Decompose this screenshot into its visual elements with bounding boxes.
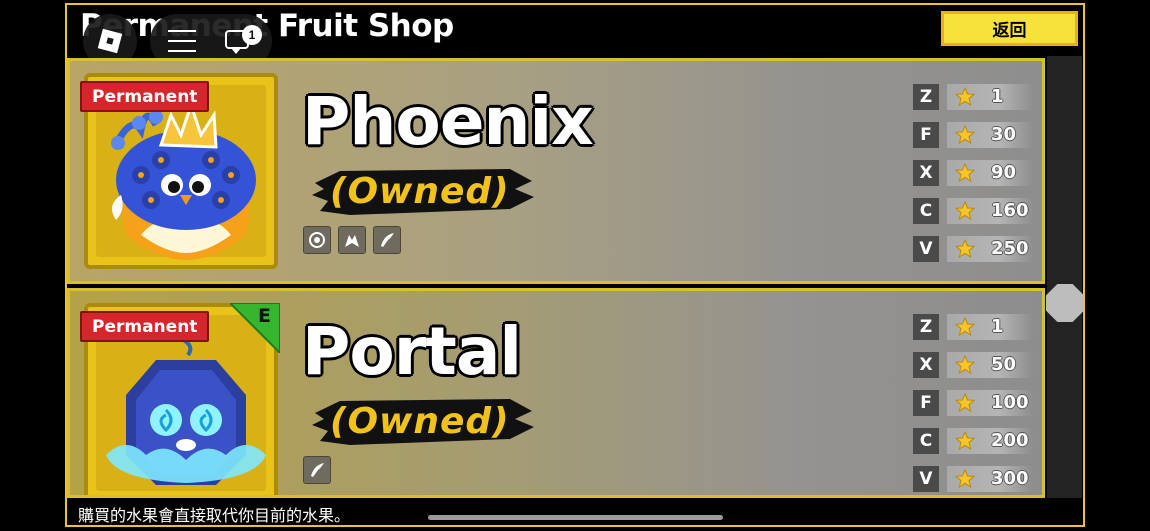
move-row: X 90 bbox=[913, 160, 1033, 188]
move-row: V 250 bbox=[913, 236, 1033, 264]
star-icon bbox=[955, 239, 975, 259]
cost-value: 100 bbox=[991, 392, 1029, 413]
back-button[interactable]: 返回 bbox=[941, 11, 1078, 46]
cost-value: 160 bbox=[991, 200, 1029, 221]
star-icon bbox=[955, 469, 975, 489]
footer-note: 購買的水果會直接取代你目前的水果。 bbox=[78, 506, 351, 525]
chat-notification-badge: 1 bbox=[242, 25, 262, 45]
cost-value: 300 bbox=[991, 468, 1029, 489]
move-cost: 1 bbox=[947, 314, 1033, 340]
cost-value: 50 bbox=[991, 354, 1017, 375]
fruit-card-portal[interactable]: Permanent E Portal (Owned) Z 1 X 50 F 10… bbox=[67, 288, 1045, 498]
tier-badge: E bbox=[227, 302, 281, 356]
move-cost: 90 bbox=[947, 160, 1033, 186]
star-icon bbox=[955, 431, 975, 451]
tier-label: E bbox=[258, 305, 271, 327]
home-indicator[interactable] bbox=[428, 515, 723, 520]
move-key: C bbox=[913, 428, 939, 454]
owned-status: (Owned) bbox=[310, 163, 535, 219]
move-key: Z bbox=[913, 84, 939, 110]
star-icon bbox=[955, 393, 975, 413]
permanent-badge: Permanent bbox=[80, 311, 210, 342]
move-row: V 300 bbox=[913, 466, 1033, 494]
star-icon bbox=[955, 317, 975, 337]
move-key: F bbox=[913, 122, 939, 148]
move-key: Z bbox=[913, 314, 939, 340]
hamburger-menu-icon[interactable] bbox=[168, 30, 196, 60]
move-row: F 30 bbox=[913, 122, 1033, 150]
star-icon bbox=[955, 125, 975, 145]
move-cost: 30 bbox=[947, 122, 1033, 148]
owned-status: (Owned) bbox=[310, 393, 535, 449]
cost-value: 1 bbox=[991, 316, 1004, 337]
move-row: F 100 bbox=[913, 390, 1033, 418]
star-icon bbox=[955, 201, 975, 221]
star-icon bbox=[955, 87, 975, 107]
move-row: X 50 bbox=[913, 352, 1033, 380]
permanent-badge: Permanent bbox=[80, 81, 210, 112]
roblox-logo-icon bbox=[97, 28, 123, 54]
fruit-card-phoenix[interactable]: Permanent Phoenix (Owned) Z 1 F 30 X 90 … bbox=[67, 58, 1045, 284]
cost-value: 90 bbox=[991, 162, 1017, 183]
move-cost: 100 bbox=[947, 390, 1033, 416]
move-key: C bbox=[913, 198, 939, 224]
move-row: C 200 bbox=[913, 428, 1033, 456]
move-row: C 160 bbox=[913, 198, 1033, 226]
owned-label: (Owned) bbox=[330, 401, 510, 442]
move-key: V bbox=[913, 236, 939, 262]
scrollbar-track[interactable] bbox=[1047, 56, 1082, 498]
cost-value: 30 bbox=[991, 124, 1017, 145]
move-cost: 1 bbox=[947, 84, 1033, 110]
move-key: F bbox=[913, 390, 939, 416]
aura-icon bbox=[303, 226, 331, 254]
move-key: V bbox=[913, 466, 939, 492]
dragon-icon bbox=[338, 226, 366, 254]
move-cost: 50 bbox=[947, 352, 1033, 378]
cost-value: 250 bbox=[991, 238, 1029, 259]
fruit-name: Portal bbox=[302, 313, 522, 390]
sword-icon bbox=[303, 456, 331, 484]
star-icon bbox=[955, 163, 975, 183]
move-cost: 300 bbox=[947, 466, 1033, 492]
fruit-name: Phoenix bbox=[302, 83, 594, 160]
sword-icon bbox=[373, 226, 401, 254]
move-row: Z 1 bbox=[913, 314, 1033, 342]
move-cost: 250 bbox=[947, 236, 1033, 262]
phoenix-fruit-icon bbox=[111, 100, 256, 260]
owned-label: (Owned) bbox=[330, 171, 510, 212]
move-cost: 160 bbox=[947, 198, 1033, 224]
move-key: X bbox=[913, 160, 939, 186]
cost-value: 1 bbox=[991, 86, 1004, 107]
cost-value: 200 bbox=[991, 430, 1029, 451]
tier-triangle-icon bbox=[227, 302, 281, 356]
move-key: X bbox=[913, 352, 939, 378]
star-icon bbox=[955, 355, 975, 375]
move-cost: 200 bbox=[947, 428, 1033, 454]
move-row: Z 1 bbox=[913, 84, 1033, 112]
